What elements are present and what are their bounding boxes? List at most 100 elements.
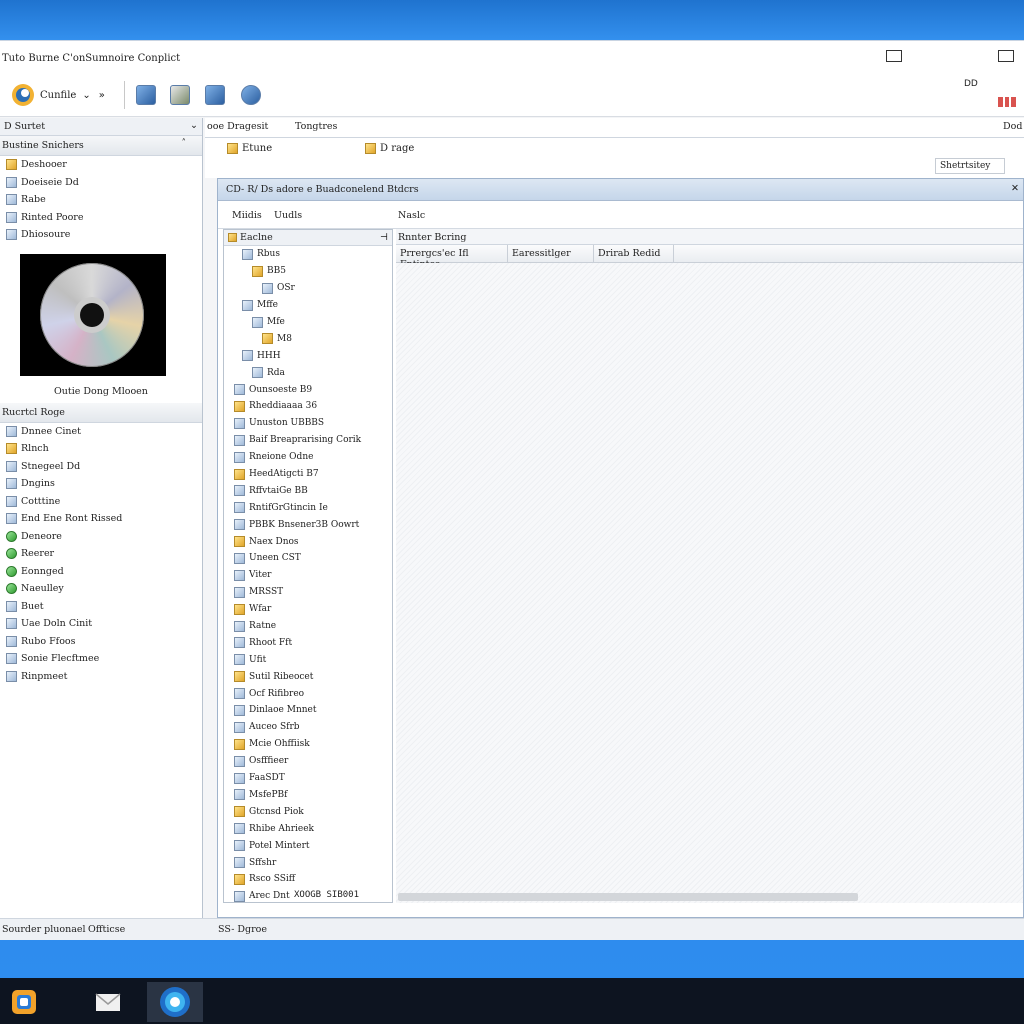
tune-button[interactable]: Etune: [227, 143, 272, 154]
header-label-right[interactable]: Dod: [1003, 121, 1022, 132]
tree-item[interactable]: Rheddiaaaa 36: [224, 398, 392, 415]
tree-item[interactable]: FaaSDT: [224, 770, 392, 787]
list-item[interactable]: Rlnch: [0, 440, 202, 458]
copy-button[interactable]: [205, 83, 225, 107]
tree-item[interactable]: Mffe: [224, 297, 392, 314]
tree-item[interactable]: Auceo Sfrb: [224, 719, 392, 736]
list-item-label: Doeiseie Dd: [21, 176, 79, 188]
tree-item-label: Rhoot Fft: [249, 637, 293, 648]
list-item[interactable]: End Ene Ront Rissed: [0, 510, 202, 528]
tree-item[interactable]: RffvtaiGe BB: [224, 482, 392, 499]
list-item[interactable]: Sonie Flecftmee: [0, 650, 202, 668]
list-item[interactable]: Buet: [0, 598, 202, 616]
maximize-button[interactable]: [886, 50, 902, 62]
drive-icon: [6, 600, 17, 612]
file-list-body[interactable]: [396, 263, 1023, 903]
column-header[interactable]: Drirab Redid: [594, 245, 674, 262]
mail-app-button[interactable]: [88, 982, 128, 1022]
list-item[interactable]: Naeulley: [0, 580, 202, 598]
tree-item[interactable]: Wfar: [224, 601, 392, 618]
file-icon: [234, 890, 245, 902]
list-item[interactable]: Stnegeel Dd: [0, 458, 202, 476]
list-item[interactable]: Rabe: [0, 191, 202, 209]
app-menu-button[interactable]: Cunfile ⌄ »: [10, 83, 105, 107]
tree-item[interactable]: Ufit: [224, 651, 392, 668]
restore-button[interactable]: [998, 50, 1014, 62]
label-c[interactable]: Naslc: [398, 210, 425, 221]
list-item[interactable]: Eonnged: [0, 563, 202, 581]
tree-item[interactable]: Naex Dnos: [224, 533, 392, 550]
list-item[interactable]: Rinted Poore: [0, 209, 202, 227]
drag-button[interactable]: D rage: [365, 143, 414, 154]
close-icon[interactable]: ✕: [1011, 183, 1019, 194]
tree-item[interactable]: OSr: [224, 280, 392, 297]
section-title: Rucrtcl Roge: [2, 406, 65, 418]
tree-item[interactable]: Rbus: [224, 246, 392, 263]
list-item[interactable]: Dnnee Cinet: [0, 423, 202, 441]
list-item[interactable]: Cotttine: [0, 493, 202, 511]
tree-item[interactable]: Rhibe Ahrieek: [224, 820, 392, 837]
section-header-projects[interactable]: Rucrtcl Roge: [0, 402, 202, 423]
tree-item[interactable]: HeedAtigcti B7: [224, 466, 392, 483]
list-item[interactable]: Rinpmeet: [0, 668, 202, 686]
office-app-button[interactable]: [4, 982, 44, 1022]
tree-item[interactable]: Sutil Ribeocet: [224, 668, 392, 685]
column-header[interactable]: Prrergcs'ec Ifl Fntintes: [396, 245, 508, 270]
list-item[interactable]: Doeiseie Dd: [0, 174, 202, 192]
tree-item[interactable]: Ocf Rifibreo: [224, 685, 392, 702]
search-input[interactable]: Shetrtsitey: [935, 158, 1005, 174]
pane-pin-icon[interactable]: ⊣: [380, 232, 388, 243]
browser-app-button[interactable]: [147, 982, 203, 1022]
list-item[interactable]: Uae Doln Cinit: [0, 615, 202, 633]
file-icon: [234, 755, 245, 767]
tree-item[interactable]: Rhoot Fft: [224, 634, 392, 651]
list-item[interactable]: Deshooer: [0, 156, 202, 174]
list-item[interactable]: Rubo Ffoos: [0, 633, 202, 651]
file-icon: [234, 586, 245, 598]
header-label-left[interactable]: ooe Dragesit: [207, 121, 268, 132]
collapse-icon[interactable]: ˄: [182, 139, 187, 149]
save-button[interactable]: [170, 83, 190, 107]
tree-item[interactable]: RntifGrGtincin Ie: [224, 499, 392, 516]
folder-icon: [6, 159, 17, 171]
burn-button[interactable]: [136, 83, 156, 107]
section-header-sources[interactable]: Bustine Snichers ˄: [0, 136, 202, 156]
folder-icon: [227, 143, 238, 154]
tree-item[interactable]: Mcie Ohffiisk: [224, 736, 392, 753]
tree-item[interactable]: Rda: [224, 364, 392, 381]
tree-item[interactable]: Rneione Odne: [224, 449, 392, 466]
folder-tree: Eaclne ⊣ Rbus BB5 OSr Mffe Mfe M8 HHH Rda Ounsoe…: [223, 229, 393, 903]
tree-item[interactable]: Uneen CST: [224, 550, 392, 567]
tree-item[interactable]: Ratne: [224, 618, 392, 635]
list-item[interactable]: Dhiosoure: [0, 226, 202, 244]
tree-item[interactable]: HHH: [224, 347, 392, 364]
pane-menu-icon[interactable]: ⌄: [190, 120, 198, 131]
tree-item[interactable]: Dinlaoe Mnnet: [224, 702, 392, 719]
tree-item[interactable]: Unuston UBBBS: [224, 415, 392, 432]
tree-item[interactable]: Osfffieer: [224, 753, 392, 770]
label-a[interactable]: Miidis: [232, 210, 262, 221]
horizontal-scrollbar[interactable]: [398, 893, 858, 901]
tree-item[interactable]: Ounsoeste B9: [224, 381, 392, 398]
list-item[interactable]: Dngins: [0, 475, 202, 493]
tree-item[interactable]: Viter: [224, 567, 392, 584]
tree-item[interactable]: M8: [224, 330, 392, 347]
list-item[interactable]: Deneore: [0, 528, 202, 546]
tree-item[interactable]: MRSST: [224, 584, 392, 601]
tree-item[interactable]: Sffshr: [224, 854, 392, 871]
tree-item[interactable]: Potel Mintert: [224, 837, 392, 854]
tree-item[interactable]: BB5: [224, 263, 392, 280]
label-b[interactable]: Uudls: [274, 210, 302, 221]
settings-button[interactable]: [241, 83, 261, 107]
header-label-mid[interactable]: Tongtres: [295, 121, 337, 132]
column-header[interactable]: Earessitlger: [508, 245, 594, 262]
tree-item[interactable]: Mfe: [224, 314, 392, 331]
globe-icon: [6, 548, 17, 560]
tree-item[interactable]: MsfePBf: [224, 787, 392, 804]
tree-item[interactable]: Gtcnsd Piok: [224, 803, 392, 820]
tree-item[interactable]: Rsco SSiff: [224, 871, 392, 888]
list-item[interactable]: Reerer: [0, 545, 202, 563]
tree-item[interactable]: Baif Breaprarising Corik: [224, 432, 392, 449]
tree-item[interactable]: PBBK Bnsener3B Oowrt: [224, 516, 392, 533]
left-pane-header: D Surtet ⌄: [0, 118, 202, 136]
